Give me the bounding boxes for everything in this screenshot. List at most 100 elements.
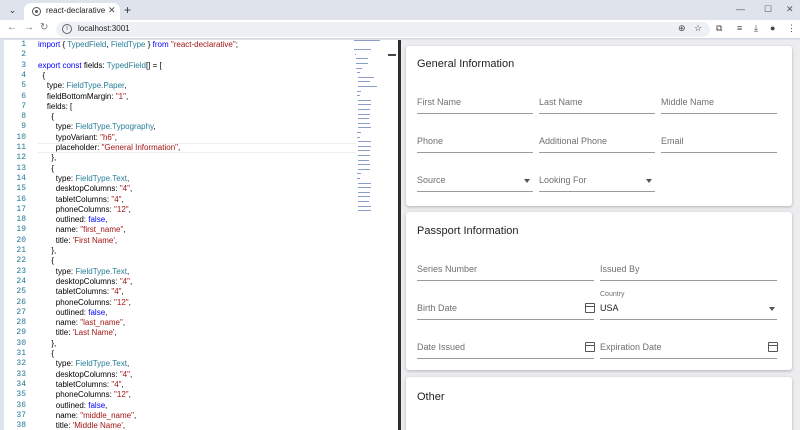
first-name-label[interactable]: First Name <box>417 97 461 107</box>
address-bar[interactable]: i localhost:3001 ⊕ ☆ <box>56 22 710 37</box>
source-dropdown-icon[interactable] <box>524 179 530 183</box>
expiration-date-calendar-icon[interactable] <box>768 342 778 352</box>
code-line[interactable]: fieldBottomMargin: "1", <box>38 92 128 102</box>
phone-label[interactable]: Phone <box>417 136 443 146</box>
close-window-icon[interactable]: ✕ <box>786 4 794 15</box>
line-number: 10 <box>16 132 26 142</box>
code-line[interactable]: phoneColumns: "12", <box>38 205 131 215</box>
source-label[interactable]: Source <box>417 175 446 185</box>
code-editor[interactable]: 1 2 3 4 5 6 7 8 9 10 11 12 13 14 15 16 17 18 19 20 21 22 23 24 2… <box>4 40 398 430</box>
phone-input[interactable] <box>417 152 533 153</box>
code-line[interactable]: { <box>38 71 45 81</box>
issued-by-label[interactable]: Issued By <box>600 264 640 274</box>
code-line[interactable]: phoneColumns: "12", <box>38 298 131 308</box>
line-number: 1 <box>21 40 26 49</box>
last-name-label[interactable]: Last Name <box>539 97 583 107</box>
download-icon[interactable]: ⤓ <box>754 23 758 34</box>
code-line[interactable]: placeholder: "General Information", <box>38 143 180 153</box>
series-number-label[interactable]: Series Number <box>417 264 477 274</box>
code-line[interactable]: outlined: false, <box>38 308 108 318</box>
code-line[interactable]: name: "last_name", <box>38 318 125 328</box>
tab-search-chevron-icon[interactable]: ⌄ <box>6 4 19 17</box>
code-line[interactable]: }, <box>38 246 56 256</box>
code-line[interactable]: { <box>38 349 54 359</box>
profile-icon[interactable]: ● <box>770 23 775 33</box>
code-line[interactable]: desktopColumns: "4", <box>38 370 132 380</box>
first-name-input[interactable] <box>417 113 533 114</box>
expiration-date-input[interactable] <box>600 358 777 359</box>
additional-phone-label[interactable]: Additional Phone <box>539 136 607 146</box>
code-line[interactable]: { <box>38 164 54 174</box>
media-icon[interactable]: ≡ <box>737 23 742 33</box>
email-input[interactable] <box>661 152 777 153</box>
maximize-icon[interactable]: ☐ <box>764 4 772 15</box>
editor-minimap[interactable] <box>354 40 382 220</box>
issued-by-input[interactable] <box>600 280 777 281</box>
general-information-paper: General Information First Name Last Name… <box>406 46 792 206</box>
code-line[interactable]: tabletColumns: "4", <box>38 380 124 390</box>
code-line[interactable]: tabletColumns: "4", <box>38 195 124 205</box>
code-line[interactable]: }, <box>38 153 56 163</box>
minimize-icon[interactable]: — <box>736 4 745 14</box>
code-line[interactable]: title: 'Middle Name', <box>38 421 125 430</box>
looking-for-dropdown-icon[interactable] <box>646 179 652 183</box>
birth-date-calendar-icon[interactable] <box>585 303 595 313</box>
code-line[interactable]: fields: [ <box>38 102 72 112</box>
code-line[interactable]: desktopColumns: "4", <box>38 184 132 194</box>
url-text[interactable]: localhost:3001 <box>78 24 130 33</box>
country-dropdown-icon[interactable] <box>769 307 775 311</box>
code-line[interactable]: desktopColumns: "4", <box>38 277 132 287</box>
editor-scrollbar[interactable] <box>388 54 396 56</box>
code-line[interactable]: import { TypedField, FieldType } from "r… <box>38 40 238 50</box>
date-issued-label[interactable]: Date Issued <box>417 342 465 352</box>
country-select[interactable] <box>600 319 777 320</box>
code-line[interactable]: { <box>38 112 54 122</box>
country-value[interactable]: USA <box>600 303 619 313</box>
expiration-date-label[interactable]: Expiration Date <box>600 342 662 352</box>
site-info-icon[interactable]: i <box>62 24 72 34</box>
middle-name-label[interactable]: Middle Name <box>661 97 714 107</box>
last-name-input[interactable] <box>539 113 655 114</box>
code-line[interactable]: export const fields: TypedField[] = [ <box>38 61 162 71</box>
line-number: 17 <box>16 204 26 214</box>
code-line[interactable]: type: FieldType.Text, <box>38 359 129 369</box>
code-line[interactable]: type: FieldType.Text, <box>38 267 129 277</box>
reload-icon[interactable]: ↻ <box>40 22 48 33</box>
code-line[interactable]: type: FieldType.Text, <box>38 174 129 184</box>
minimap-line <box>356 63 369 64</box>
date-issued-input[interactable] <box>417 358 594 359</box>
code-line[interactable]: tabletColumns: "4", <box>38 287 124 297</box>
bookmark-star-icon[interactable]: ☆ <box>694 23 702 34</box>
tab-close-icon[interactable]: ✕ <box>108 5 116 16</box>
looking-for-select[interactable] <box>539 191 655 192</box>
date-issued-calendar-icon[interactable] <box>585 342 595 352</box>
code-line[interactable]: phoneColumns: "12", <box>38 390 131 400</box>
email-label[interactable]: Email <box>661 136 684 146</box>
new-tab-button[interactable]: + <box>124 3 131 17</box>
looking-for-label[interactable]: Looking For <box>539 175 587 185</box>
code-line[interactable]: outlined: false, <box>38 215 108 225</box>
code-line[interactable]: type: FieldType.Paper, <box>38 81 127 91</box>
code-line[interactable]: typoVariant: "h6", <box>38 133 117 143</box>
code-line[interactable]: name: "first_name", <box>38 225 126 235</box>
minimap-line <box>358 159 369 161</box>
code-line[interactable]: name: "middle_name", <box>38 411 136 421</box>
code-line[interactable]: }, <box>38 339 56 349</box>
source-select[interactable] <box>417 191 533 192</box>
birth-date-label[interactable]: Birth Date <box>417 303 457 313</box>
series-number-input[interactable] <box>417 280 594 281</box>
code-line[interactable]: { <box>38 256 54 266</box>
forward-icon[interactable]: → <box>24 22 34 33</box>
menu-dots-icon[interactable]: ⋮ <box>787 23 796 34</box>
extensions-icon[interactable]: ⧉ <box>716 23 722 34</box>
browser-tab[interactable]: react-declarative ✕ <box>24 3 120 20</box>
code-line[interactable]: type: FieldType.Typography, <box>38 122 156 132</box>
zoom-icon[interactable]: ⊕ <box>678 23 686 34</box>
code-line[interactable]: title: 'First Name', <box>38 236 117 246</box>
middle-name-input[interactable] <box>661 113 777 114</box>
back-icon[interactable]: ← <box>7 22 17 33</box>
code-line[interactable]: title: 'Last Name', <box>38 328 117 338</box>
code-line[interactable]: outlined: false, <box>38 401 108 411</box>
birth-date-input[interactable] <box>417 319 594 320</box>
additional-phone-input[interactable] <box>539 152 655 153</box>
